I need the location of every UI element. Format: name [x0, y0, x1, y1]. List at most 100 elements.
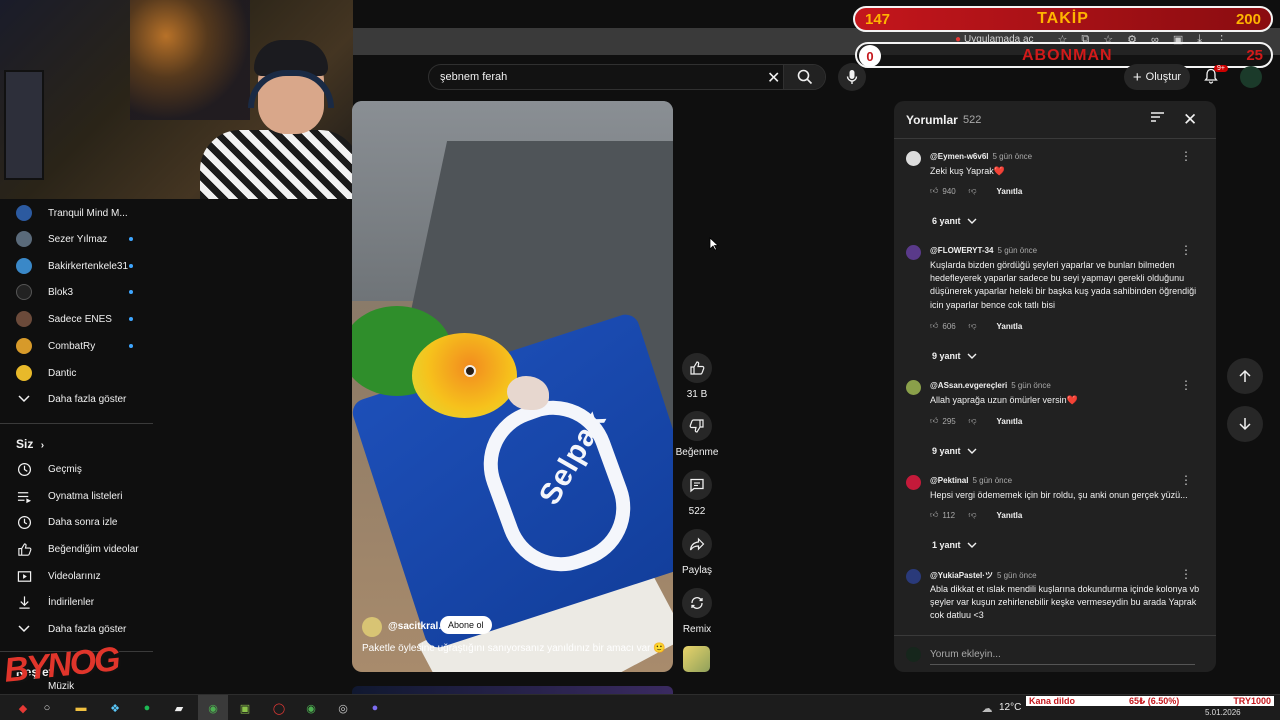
sidebar-sub-1[interactable]: Sezer Yılmaz: [0, 226, 153, 252]
like-icon[interactable]: 👍︎: [930, 510, 938, 520]
reply-button[interactable]: Yanıtla: [997, 417, 1023, 426]
new-content-dot: [129, 317, 133, 321]
folder-icon[interactable]: ▬: [72, 699, 90, 717]
subscribe-button[interactable]: Abone ol: [440, 616, 492, 634]
sidebar-item-label: Beğendiğim videolar: [48, 543, 139, 555]
short-video-player[interactable]: Selpak @sacitkral. Abone ol Paketle öyle…: [352, 101, 673, 672]
clear-search-icon[interactable]: ✕: [767, 68, 780, 88]
reply-button[interactable]: Yanıtla: [997, 511, 1023, 520]
sidebar-item-label: Videolarınız: [48, 570, 101, 582]
your-videos-icon: [16, 568, 32, 584]
comment-author[interactable]: @ASsan.evgereçleri 5 gün önce: [930, 381, 1051, 390]
commenter-avatar[interactable]: [906, 151, 921, 166]
show-more-you-button[interactable]: Daha fazla göster: [0, 616, 153, 642]
sidebar-item-liked-videos[interactable]: Beğendiğim videolar: [0, 536, 153, 562]
commenter-avatar[interactable]: [906, 245, 921, 260]
previous-short-button[interactable]: [1227, 358, 1263, 394]
spotify-icon[interactable]: ●: [138, 699, 156, 717]
sub-goal-bar: 0 ABONMAN 25: [855, 42, 1273, 68]
chrome-icon[interactable]: ◉: [204, 699, 222, 717]
video-parrot-head: [412, 333, 517, 418]
dislike-icon[interactable]: 👎︎: [968, 186, 976, 196]
chevron-down-icon: [16, 391, 32, 407]
you-section-heading[interactable]: Siz ›: [16, 437, 44, 451]
remix-button[interactable]: Remix: [677, 588, 717, 635]
store-icon[interactable]: ▣: [236, 699, 254, 717]
view-replies-button[interactable]: 9 yanıt: [932, 351, 977, 361]
search-input[interactable]: şebnem ferah: [440, 71, 507, 83]
show-more-subs-button[interactable]: Daha fazla göster: [0, 386, 153, 412]
new-content-dot: [129, 344, 133, 348]
sidebar-sub-4[interactable]: Sadece ENES: [0, 306, 153, 332]
voice-search-button[interactable]: [838, 63, 866, 91]
reply-button[interactable]: Yanıtla: [997, 187, 1023, 196]
view-replies-button[interactable]: 1 yanıt: [932, 540, 977, 550]
obs-icon[interactable]: ◎: [334, 699, 352, 717]
add-comment-input[interactable]: Yorum ekleyin...: [930, 649, 1001, 660]
start-icon[interactable]: ◆: [14, 699, 32, 717]
next-short-preview[interactable]: [352, 686, 673, 694]
show-more-label: Daha fazla göster: [48, 393, 127, 405]
sidebar-item-your-videos[interactable]: Videolarınız: [0, 563, 153, 589]
sidebar-sub-5[interactable]: CombatRy: [0, 333, 153, 359]
add-comment-bar[interactable]: Yorum ekleyin...: [894, 635, 1216, 672]
ticker-overlay: Kana dildo 65₺ (6.50%) TRY1000: [1026, 696, 1274, 706]
dislike-icon[interactable]: 👎︎: [968, 416, 976, 426]
dislike-button[interactable]: Beğenme: [676, 411, 718, 458]
comment-author[interactable]: @Pektinal 5 gün önce: [930, 476, 1012, 485]
comment-menu-icon[interactable]: ⋮: [1180, 149, 1192, 163]
view-replies-button[interactable]: 6 yanıt: [932, 216, 977, 226]
discord-icon[interactable]: ●: [366, 699, 384, 717]
sidebar-sub-3[interactable]: Blok3: [0, 279, 153, 305]
search-icon[interactable]: ○: [38, 699, 56, 717]
taskbar-date[interactable]: 5.01.2026: [1205, 708, 1241, 717]
channel-avatar[interactable]: [362, 617, 382, 637]
next-short-button[interactable]: [1227, 406, 1263, 442]
tradingview-icon[interactable]: ▰: [170, 699, 188, 717]
channel-name[interactable]: @sacitkral.: [388, 621, 441, 632]
create-button[interactable]: + Oluştur: [1124, 64, 1190, 90]
arrow-up-icon: [1239, 369, 1251, 382]
chrome-profile-icon[interactable]: ◉: [302, 699, 320, 717]
comment-menu-icon[interactable]: ⋮: [1180, 243, 1192, 257]
sidebar-sub-6[interactable]: Dantic: [0, 360, 153, 386]
commenter-avatar[interactable]: [906, 569, 921, 584]
sidebar-sub-2[interactable]: Bakirkertenkele31: [0, 253, 153, 279]
commenter-avatar[interactable]: [906, 475, 921, 490]
search-icon: [797, 69, 812, 85]
search-box[interactable]: şebnem ferah ✕: [428, 64, 826, 90]
ticker-right: TRY1000: [1233, 696, 1271, 706]
like-icon[interactable]: 👍︎: [930, 186, 938, 196]
sidebar-item-history[interactable]: Geçmiş: [0, 456, 153, 482]
view-replies-button[interactable]: 9 yanıt: [932, 446, 977, 456]
copilot-icon[interactable]: ❖: [106, 699, 124, 717]
like-icon[interactable]: 👍︎: [930, 321, 938, 331]
comment-menu-icon[interactable]: ⋮: [1180, 378, 1192, 392]
dislike-icon[interactable]: 👎︎: [968, 510, 976, 520]
share-button[interactable]: Paylaş: [677, 529, 717, 576]
account-avatar[interactable]: [1240, 66, 1262, 88]
comment-menu-icon[interactable]: ⋮: [1180, 473, 1192, 487]
sidebar-item-downloads[interactable]: İndirilenler: [0, 589, 153, 615]
sidebar-item-playlists[interactable]: Oynatma listeleri: [0, 483, 153, 509]
comments-button[interactable]: 522: [677, 470, 717, 517]
comment-menu-icon[interactable]: ⋮: [1180, 567, 1192, 581]
like-icon[interactable]: 👍︎: [930, 416, 938, 426]
opera-icon[interactable]: ◯: [270, 699, 288, 717]
comment-author[interactable]: @Eymen-w6v6l 5 gün önce: [930, 152, 1032, 161]
sort-button[interactable]: [1150, 111, 1165, 126]
sound-thumbnail[interactable]: [683, 646, 710, 672]
reply-button[interactable]: Yanıtla: [997, 322, 1023, 331]
comment-author[interactable]: @YukiaPastel·ツ 5 gün önce: [930, 570, 1037, 581]
dislike-icon[interactable]: 👎︎: [968, 321, 976, 331]
sidebar-item-watch-later[interactable]: Daha sonra izle: [0, 509, 153, 535]
sidebar-sub-0[interactable]: Tranquil Mind M...: [0, 200, 153, 226]
comment-author[interactable]: @FLOWERYT-34 5 gün önce: [930, 246, 1037, 255]
video-caption[interactable]: Paketle öylesine uğraştığını sanıyorsanı…: [362, 643, 666, 654]
commenter-avatar[interactable]: [906, 380, 921, 395]
close-icon[interactable]: ✕: [1183, 110, 1197, 130]
comment-like-count: 112: [942, 510, 956, 520]
comment-actions: 👍︎ 112 👎︎ Yanıtla: [930, 510, 1022, 520]
like-button[interactable]: 31 B: [677, 353, 717, 400]
search-button[interactable]: [783, 65, 825, 89]
